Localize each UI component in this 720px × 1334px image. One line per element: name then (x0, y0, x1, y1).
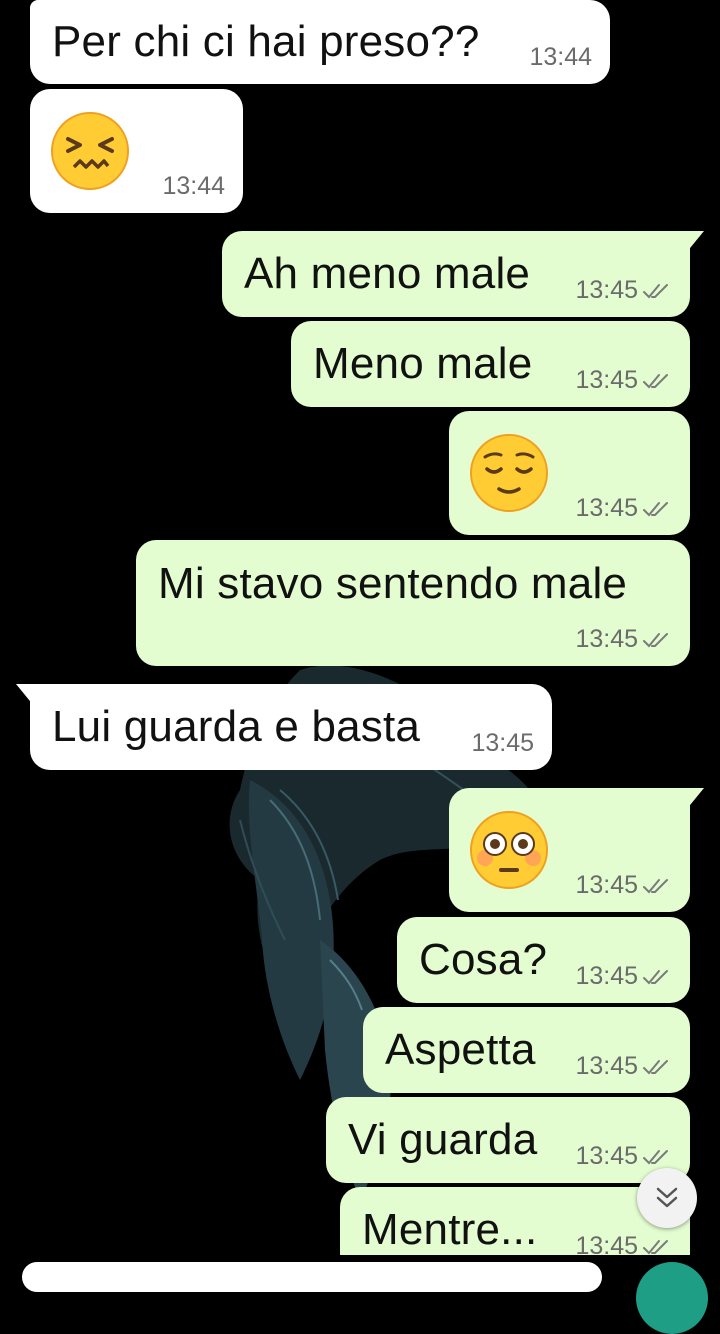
message-time: 13:45 (575, 1142, 638, 1170)
message-text: Mentre... (362, 1205, 538, 1254)
message-text: Meno male (313, 339, 533, 388)
message-time: 13:45 (575, 871, 638, 899)
message-time: 13:45 (575, 494, 638, 522)
bubble-tail (676, 788, 704, 810)
message-incoming[interactable]: Lui guarda e basta 13:45 (16, 684, 552, 770)
message-meta: 13:45 (575, 1052, 672, 1081)
message-time: 13:44 (529, 43, 592, 71)
scroll-to-bottom-button[interactable] (637, 1168, 697, 1228)
double-check-icon (643, 878, 668, 893)
message-meta: 13:45 (575, 1142, 672, 1171)
message-outgoing[interactable]: Ah meno male 13:45 (222, 231, 704, 317)
message-time: 13:45 (575, 276, 638, 304)
message-time: 13:45 (471, 729, 534, 757)
message-time: 13:45 (575, 625, 638, 653)
message-time: 13:45 (575, 962, 638, 990)
message-meta: 13:45 (471, 729, 534, 758)
double-check-icon (643, 969, 668, 984)
relieved-face-icon (470, 434, 548, 512)
message-outgoing[interactable]: Meno male 13:45 (291, 321, 690, 407)
message-outgoing[interactable]: Cosa? 13:45 (397, 917, 690, 1003)
message-meta: 13:45 (575, 962, 672, 991)
message-meta: 13:45 (575, 871, 672, 900)
message-text: Aspetta (385, 1025, 536, 1074)
double-check-icon (643, 373, 668, 388)
message-outgoing[interactable]: Mi stavo sentendo male 13:45 (136, 540, 690, 666)
double-check-icon (643, 1059, 668, 1074)
message-incoming[interactable]: Per chi ci hai preso?? 13:44 (30, 0, 610, 84)
double-chevron-down-icon (656, 1187, 678, 1208)
double-check-icon (643, 283, 668, 298)
confounded-face-icon (51, 112, 129, 190)
message-meta: 13:44 (529, 43, 592, 72)
message-text: Ah meno male (244, 249, 531, 298)
message-text: Mi stavo sentendo male (158, 559, 628, 608)
message-text: Per chi ci hai preso?? (52, 17, 480, 66)
message-time: 13:45 (575, 1232, 638, 1255)
message-input[interactable] (22, 1262, 602, 1292)
message-meta: 13:45 (575, 625, 672, 654)
message-meta: 13:45 (575, 494, 672, 523)
double-check-icon (643, 1239, 668, 1254)
message-outgoing[interactable]: Vi guarda 13:45 (326, 1097, 690, 1183)
chat-messages: Per chi ci hai preso?? 13:44 13:44 Ah me… (0, 0, 720, 1255)
message-time: 13:45 (575, 1052, 638, 1080)
message-incoming[interactable]: 13:44 (30, 89, 243, 213)
message-meta: 13:45 (575, 276, 672, 305)
message-time: 13:44 (162, 172, 225, 200)
flushed-face-icon (470, 811, 548, 889)
mic-button[interactable] (636, 1262, 708, 1334)
message-text: Vi guarda (348, 1115, 538, 1164)
message-outgoing[interactable]: 13:45 (449, 788, 704, 912)
message-outgoing[interactable]: Aspetta 13:45 (363, 1007, 690, 1093)
message-meta: 13:45 (575, 366, 672, 395)
message-time: 13:45 (575, 366, 638, 394)
message-meta: 13:45 (575, 1232, 672, 1255)
message-outgoing[interactable]: 13:45 (449, 411, 690, 535)
double-check-icon (643, 632, 668, 647)
message-text: Lui guarda e basta (52, 702, 421, 751)
message-text: Cosa? (419, 935, 548, 984)
message-meta: 13:44 (162, 172, 225, 201)
double-check-icon (643, 501, 668, 516)
bubble-tail (676, 231, 704, 253)
bubble-tail (16, 684, 44, 706)
double-check-icon (643, 1149, 668, 1164)
